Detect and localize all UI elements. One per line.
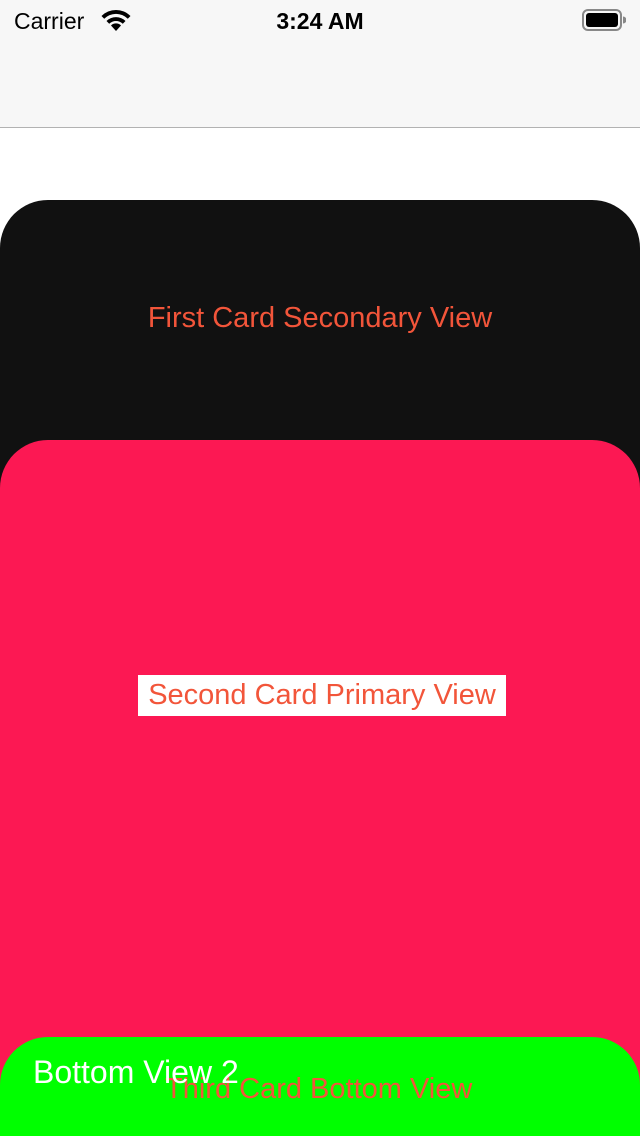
status-time: 3:24 AM (276, 8, 364, 34)
battery-icon (582, 9, 626, 31)
second-card-primary-view: Second Card Primary View (138, 675, 506, 716)
bottom-view-2-label: Bottom View 2 (33, 1054, 239, 1090)
status-and-nav-bar: Carrier 3:24 AM (0, 0, 640, 128)
third-card[interactable]: Third Card Bottom View Bottom View 2 (0, 1037, 640, 1136)
second-card-label: Second Card Primary View (148, 679, 496, 711)
app-screen: Carrier 3:24 AM First Card Secondary Vie… (0, 0, 640, 1136)
first-card-label: First Card Secondary View (147, 302, 493, 334)
second-card[interactable]: Second Card Primary View (0, 440, 640, 1136)
